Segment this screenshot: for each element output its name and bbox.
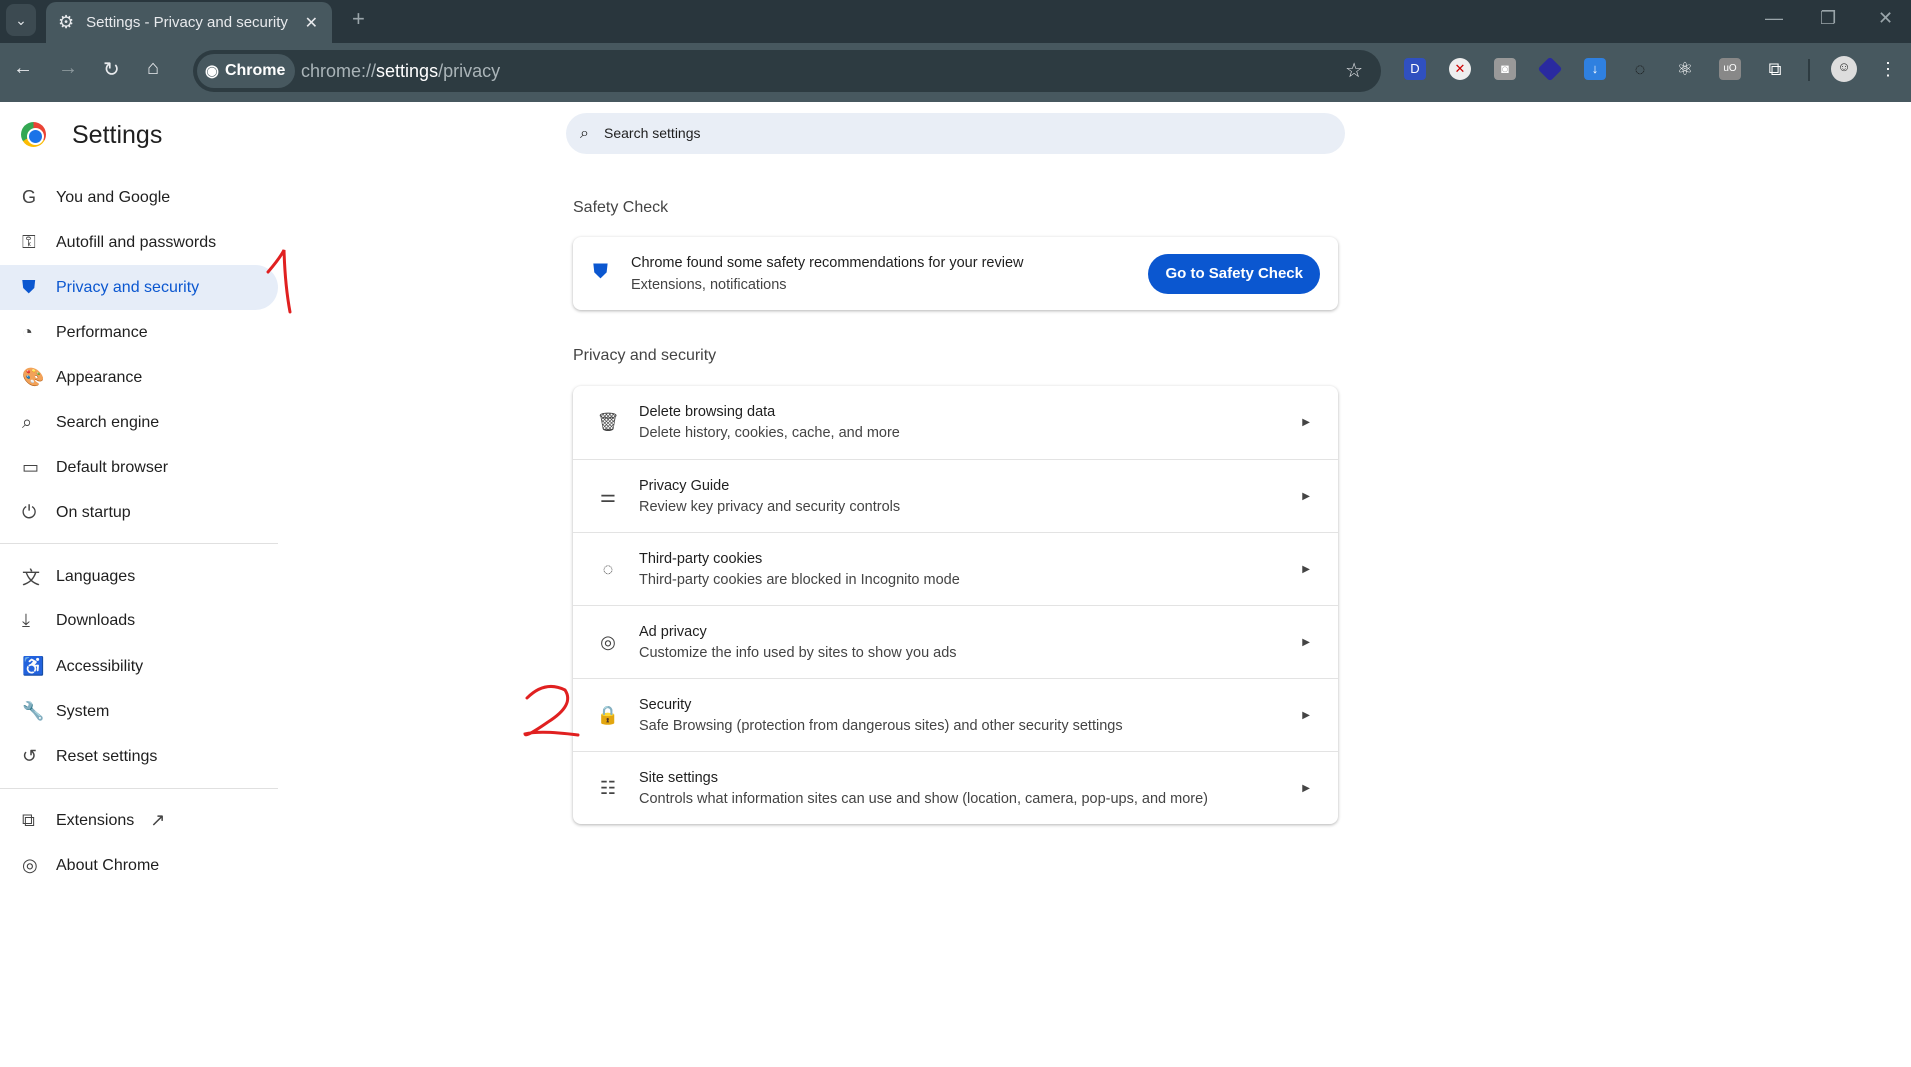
annotation-number-1	[266, 249, 292, 314]
annotation-layer	[266, 249, 580, 737]
annotation-number-2	[523, 684, 580, 737]
